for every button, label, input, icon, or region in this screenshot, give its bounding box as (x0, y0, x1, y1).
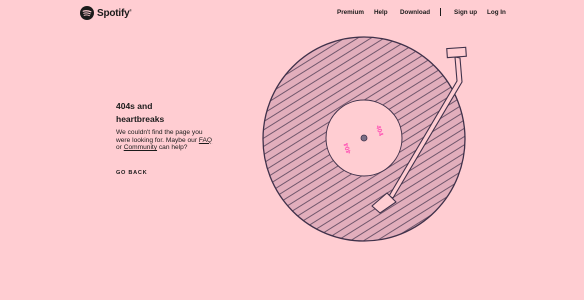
nav-signup[interactable]: Sign up (454, 9, 477, 16)
page-title: 404s and heartbreaks (116, 100, 216, 125)
community-link[interactable]: Community (124, 144, 157, 151)
description-text: We couldn't find the page you were looki… (116, 129, 203, 144)
faq-link[interactable]: FAQ (199, 137, 212, 144)
title-line-1: 404s and (116, 101, 153, 111)
nav-help[interactable]: Help (374, 9, 388, 16)
error-message: 404s and heartbreaks We couldn't find th… (116, 100, 216, 152)
nav-divider (440, 8, 441, 16)
go-back-button[interactable]: GO BACK (116, 170, 147, 176)
record-spindle (360, 134, 368, 142)
title-line-2: heartbreaks (116, 113, 165, 124)
description-end: can help? (157, 144, 188, 152)
top-nav: Premium Help Download Sign up Log In (0, 8, 584, 19)
error-description: We couldn't find the page you were looki… (116, 129, 216, 152)
nav-premium[interactable]: Premium (337, 9, 364, 16)
vinyl-record-illustration: 404 404 (262, 36, 466, 242)
description-or: or (116, 144, 124, 152)
nav-login[interactable]: Log In (487, 9, 506, 16)
nav-download[interactable]: Download (400, 9, 430, 16)
